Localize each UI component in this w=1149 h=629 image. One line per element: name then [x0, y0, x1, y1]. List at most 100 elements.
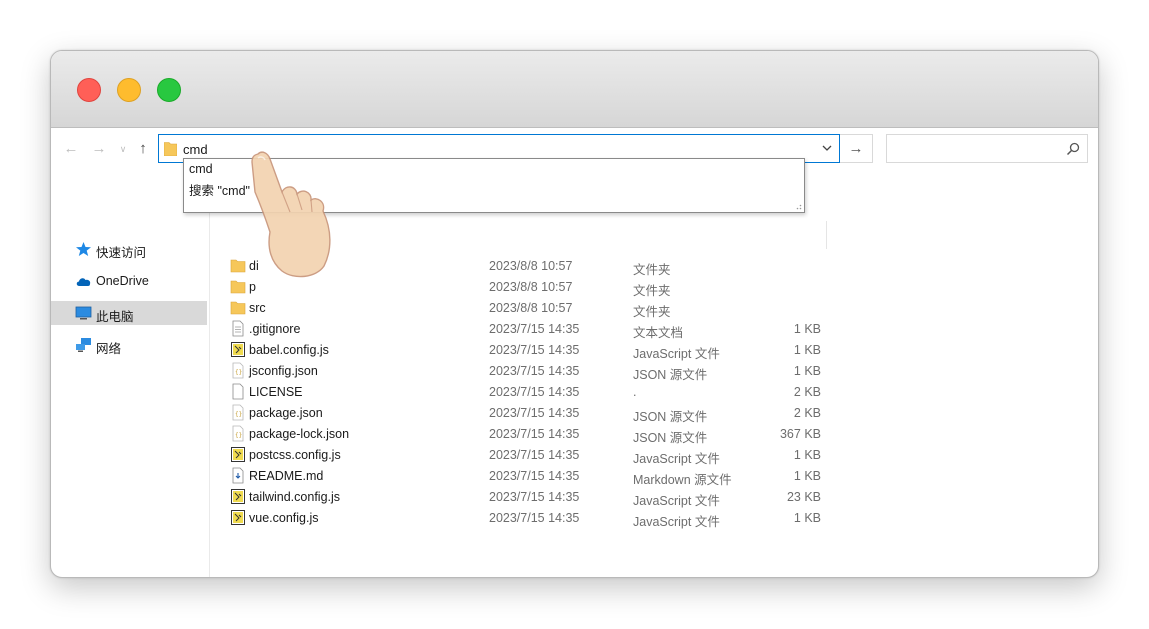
file-size: 1 KB [793, 364, 821, 378]
file-type: . [633, 385, 637, 399]
sidebar-item-network[interactable]: 网络 [51, 333, 207, 357]
file-size: 1 KB [793, 469, 821, 483]
file-row[interactable]: LICENSE 2023/7/15 14:35. 2 KB [221, 381, 871, 402]
file-name: README.md [249, 469, 324, 483]
file-name: babel.config.js [249, 343, 329, 357]
file-size: 1 KB [793, 448, 821, 462]
resize-grip-icon[interactable] [794, 202, 802, 210]
json-file-icon: {} [232, 425, 244, 442]
back-button[interactable]: ← [63, 141, 79, 157]
file-name: di [249, 259, 259, 273]
network-icon [76, 338, 91, 352]
file-explorer-window: ← → ∨ ↑ cmd → 快速访问 OneDrive 此电脑 网络 di 20… [50, 50, 1099, 578]
file-row[interactable]: p 2023/8/8 10:57 文件夹 [221, 276, 871, 298]
js-file-icon [231, 342, 245, 357]
file-date-modified: 2023/7/15 14:35 [489, 343, 580, 357]
file-date-modified: 2023/7/15 14:35 [489, 322, 580, 336]
file-name: postcss.config.js [249, 448, 341, 462]
file-size: 367 KB [779, 427, 821, 441]
folder-icon [230, 280, 246, 294]
file-date-modified: 2023/8/8 10:57 [489, 259, 573, 273]
file-size: 2 KB [793, 406, 821, 420]
json-file-icon: {} [232, 404, 244, 421]
file-list: di 2023/8/8 10:57 文件夹 p 2023/8/8 10:57 文件夹 src… [221, 171, 1081, 571]
file-name: package-lock.json [249, 427, 350, 441]
file-name: tailwind.config.js [249, 490, 341, 504]
file-date-modified: 2023/7/15 14:35 [489, 511, 580, 525]
file-row[interactable]: di 2023/8/8 10:57 文件夹 [221, 255, 871, 277]
file-row[interactable]: {} package.json 2023/7/15 14:35 JSON 源文件 2 K… [221, 402, 871, 424]
file-date-modified: 2023/7/15 14:35 [489, 364, 580, 378]
navigation-pane: 快速访问 OneDrive 此电脑 网络 [51, 171, 210, 577]
file-name: LICENSE [249, 385, 303, 399]
file-name: p [249, 280, 256, 294]
sidebar-item-this-pc[interactable]: 此电脑 [51, 301, 207, 325]
forward-button[interactable]: → [91, 141, 107, 157]
blank-file-icon [232, 383, 244, 400]
sidebar-item-label: OneDrive [96, 274, 149, 288]
file-name: .gitignore [249, 322, 301, 336]
file-row[interactable]: src 2023/8/8 10:57 文件夹 [221, 297, 871, 319]
folder-icon [230, 259, 246, 273]
file-date-modified: 2023/7/15 14:35 [489, 448, 580, 462]
minimize-button[interactable] [117, 78, 141, 102]
file-row[interactable]: postcss.config.js 2023/7/15 14:35 JavaScri… [221, 444, 871, 466]
file-size: 1 KB [793, 511, 821, 525]
json-file-icon: {} [232, 362, 244, 379]
sidebar-item-label: 网络 [96, 342, 122, 356]
file-size: 2 KB [793, 385, 821, 399]
recent-locations-button[interactable]: ∨ [115, 141, 131, 157]
file-name: vue.config.js [249, 511, 319, 525]
folder-icon [164, 142, 177, 156]
address-autocomplete-dropdown: cmd 搜索 "cmd" [183, 158, 805, 213]
file-row[interactable]: README.md 2023/7/15 14:35 Markdown 源文件 1 KB [221, 465, 871, 487]
autocomplete-item[interactable]: cmd [189, 162, 213, 176]
svg-text:{}: {} [235, 369, 242, 376]
file-name: jsconfig.json [249, 364, 318, 378]
sidebar-item-quick-access[interactable]: 快速访问 [51, 237, 207, 261]
close-button[interactable] [77, 78, 101, 102]
column-divider [826, 221, 827, 249]
file-date-modified: 2023/8/8 10:57 [489, 280, 573, 294]
go-button[interactable]: → [840, 134, 873, 163]
sidebar-item-label: 快速访问 [96, 246, 147, 260]
title-bar [51, 51, 1098, 128]
file-date-modified: 2023/7/15 14:35 [489, 427, 580, 441]
chevron-down-icon[interactable] [821, 142, 833, 154]
file-date-modified: 2023/7/15 14:35 [489, 406, 580, 420]
js-file-icon [231, 510, 245, 525]
file-date-modified: 2023/7/15 14:35 [489, 385, 580, 399]
file-row[interactable]: {} package-lock.json 2023/7/15 14:35 JSON 源… [221, 423, 871, 445]
autocomplete-item[interactable]: 搜索 "cmd" [189, 180, 250, 199]
file-date-modified: 2023/8/8 10:57 [489, 301, 573, 315]
maximize-button[interactable] [157, 78, 181, 102]
address-input[interactable]: cmd [183, 142, 208, 157]
sidebar-item-label: 此电脑 [96, 310, 134, 324]
markdown-file-icon [232, 467, 244, 484]
search-icon[interactable] [1066, 142, 1080, 156]
up-button[interactable]: ↑ [135, 141, 151, 157]
file-row[interactable]: babel.config.js 2023/7/15 14:35 JavaScript… [221, 339, 871, 361]
sidebar-item-onedrive[interactable]: OneDrive [51, 269, 207, 293]
js-file-icon [231, 489, 245, 504]
search-box[interactable] [886, 134, 1088, 163]
folder-icon [230, 301, 246, 315]
file-size: 1 KB [793, 322, 821, 336]
js-file-icon [231, 447, 245, 462]
file-date-modified: 2023/7/15 14:35 [489, 490, 580, 504]
star-icon [76, 242, 91, 256]
file-size: 1 KB [793, 343, 821, 357]
cloud-icon [76, 278, 91, 286]
computer-icon [75, 306, 92, 320]
file-row[interactable]: vue.config.js 2023/7/15 14:35 JavaScript 文… [221, 507, 871, 529]
file-date-modified: 2023/7/15 14:35 [489, 469, 580, 483]
svg-text:{}: {} [235, 411, 242, 418]
file-row[interactable]: {} jsconfig.json 2023/7/15 14:35 JSON 源文件 1 … [221, 360, 871, 382]
file-name: src [249, 301, 266, 315]
file-size: 23 KB [786, 490, 821, 504]
text-file-icon [232, 320, 244, 337]
file-name: package.json [249, 406, 323, 420]
file-row[interactable]: .gitignore 2023/7/15 14:35 文本文档 1 KB [221, 318, 871, 340]
file-type: JavaScript 文件 [633, 515, 720, 529]
file-row[interactable]: tailwind.config.js 2023/7/15 14:35 JavaScr… [221, 486, 871, 508]
